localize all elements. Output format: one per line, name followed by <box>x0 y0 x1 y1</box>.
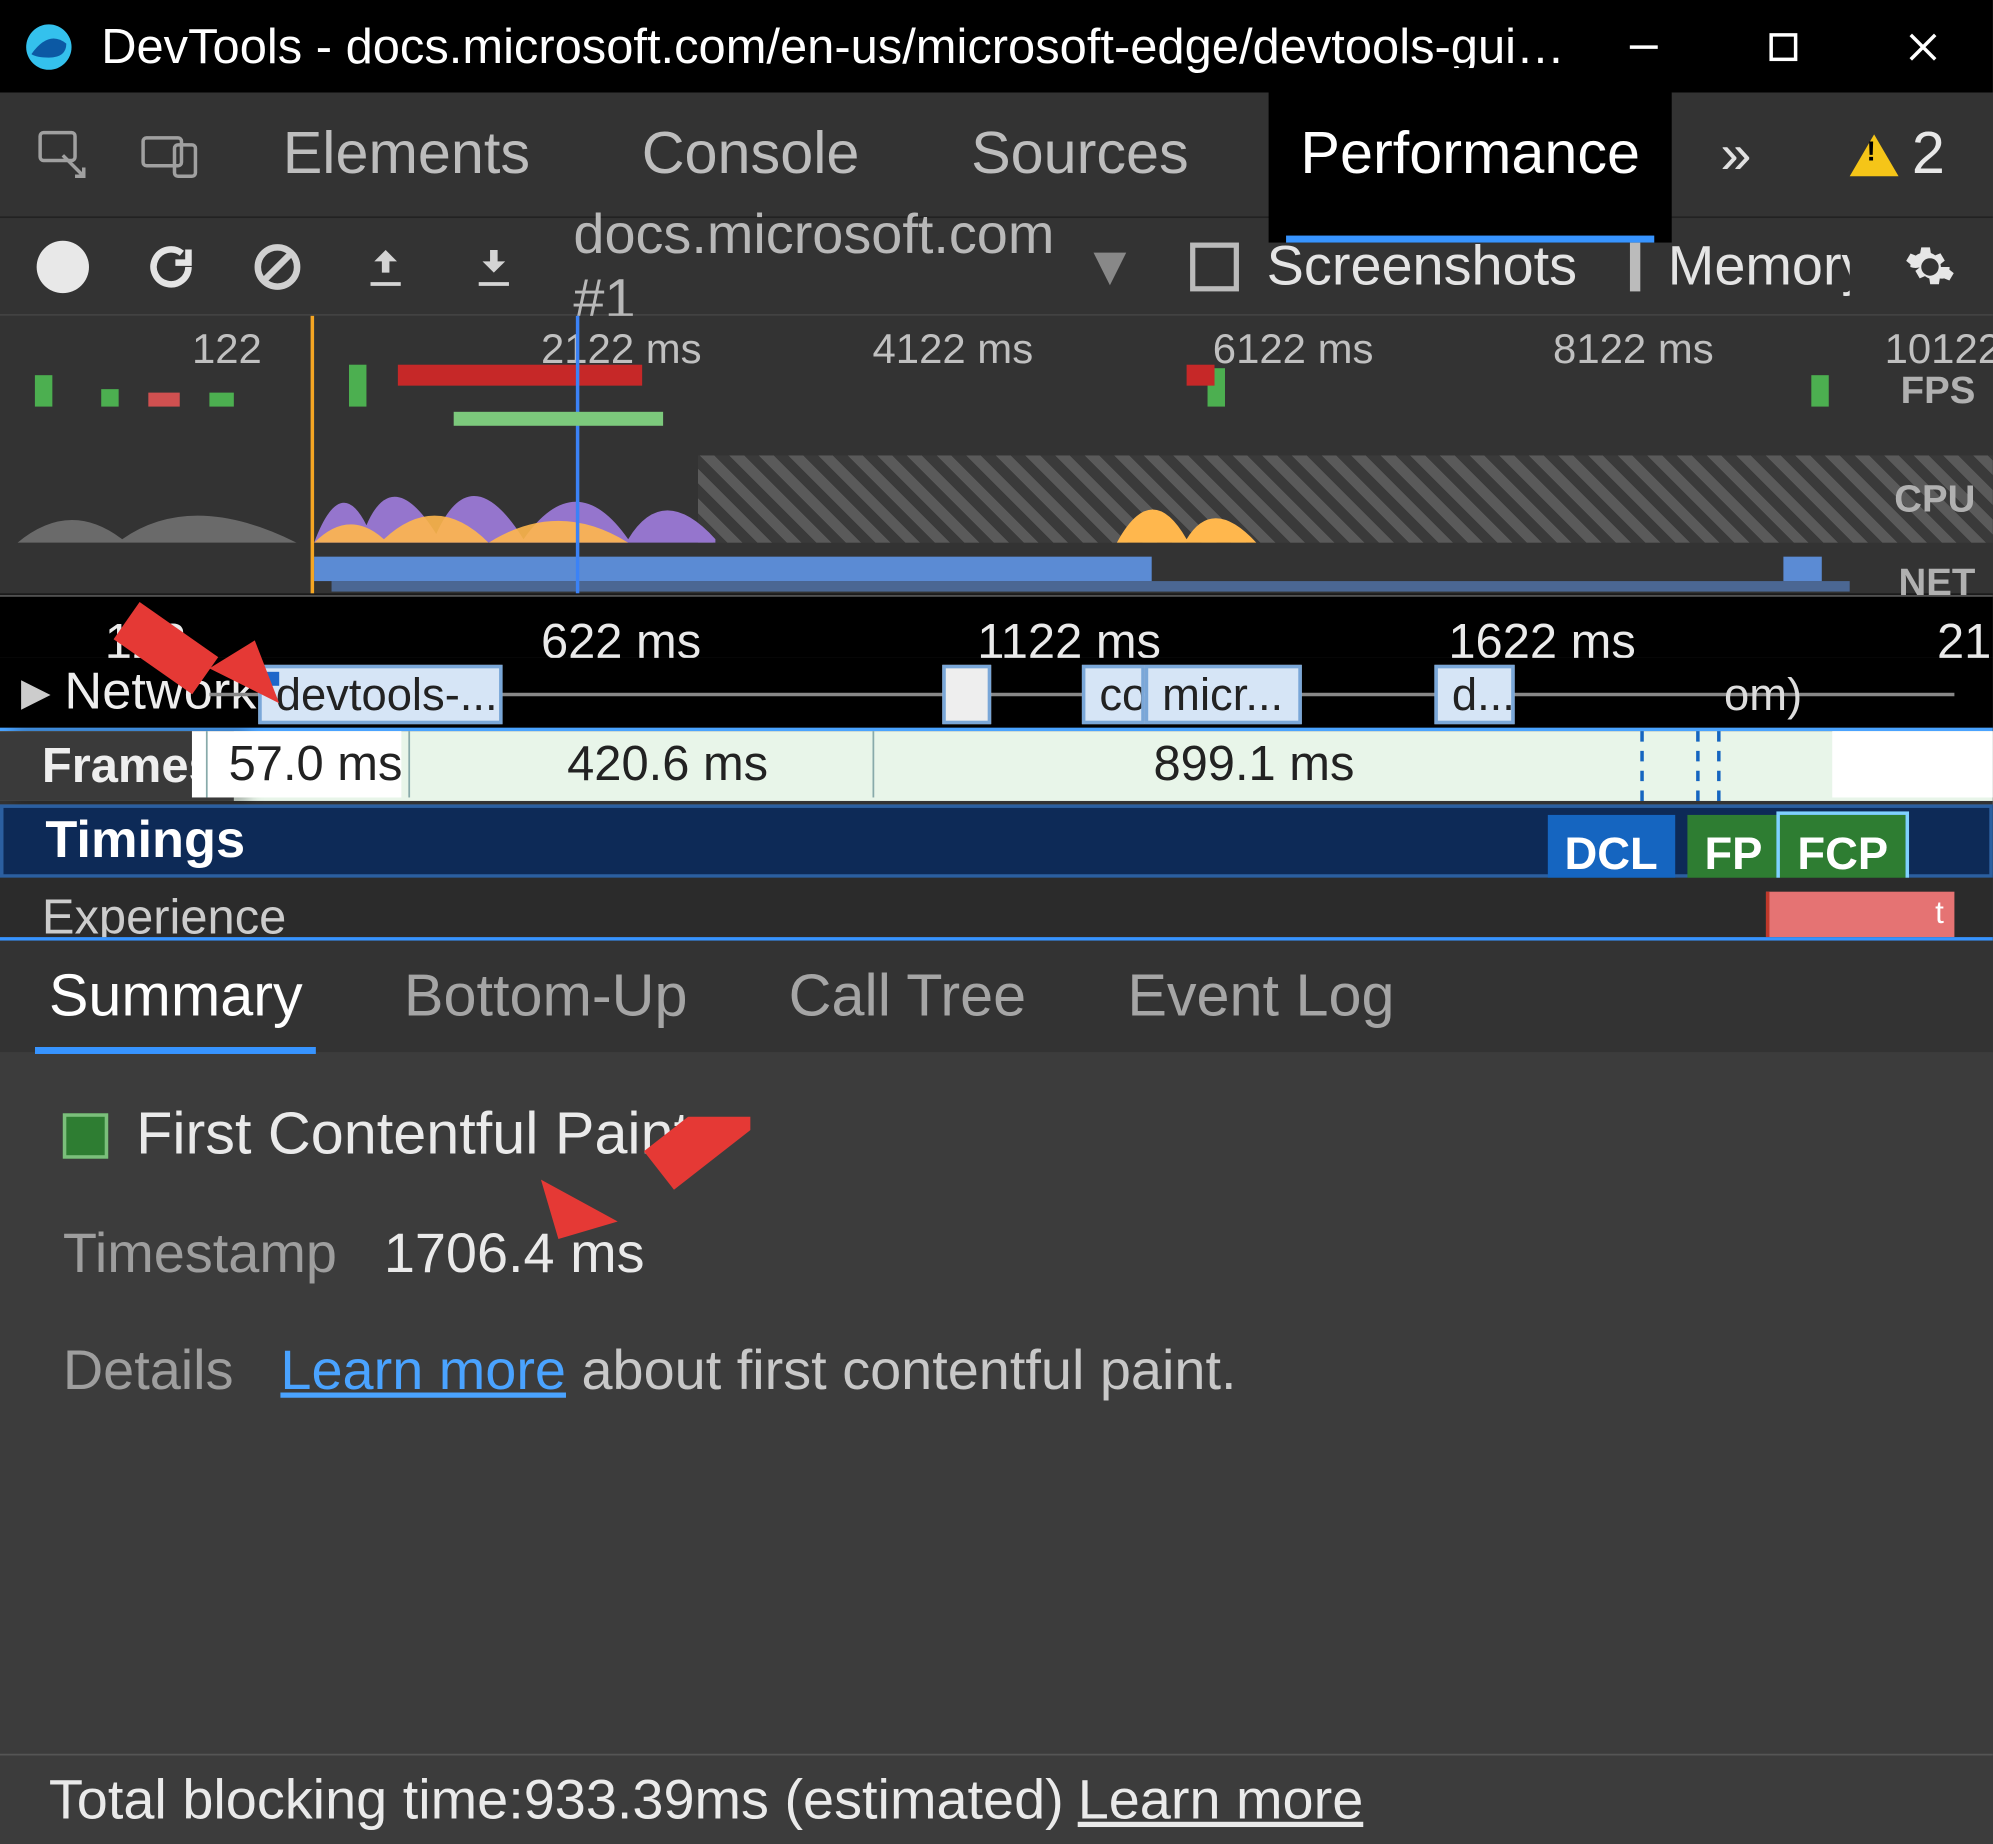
capture-settings-icon[interactable] <box>1903 231 1958 301</box>
more-tabs-icon[interactable]: » <box>1720 109 1751 200</box>
flame-ruler[interactable]: 122 622 ms 1122 ms 1622 ms 21 <box>0 595 1993 658</box>
req-label: micr... <box>1162 667 1283 721</box>
inspect-icon[interactable] <box>35 109 91 200</box>
fps-label: FPS <box>1901 368 1976 413</box>
memory-checkbox[interactable]: Memory <box>1629 234 1850 299</box>
record-button[interactable] <box>35 231 90 301</box>
net-bar <box>1783 557 1821 581</box>
tab-performance[interactable]: Performance <box>1269 67 1671 242</box>
details-tabs: Summary Bottom-Up Call Tree Event Log <box>0 937 1993 1052</box>
footer-bar: Total blocking time: 933.39ms (estimated… <box>0 1754 1993 1844</box>
req-label: d... <box>1452 667 1515 721</box>
frame-segment: 420.6 ms <box>408 731 862 797</box>
fps-red <box>1187 365 1215 386</box>
net-bar <box>314 557 1152 581</box>
net-bar <box>332 581 1850 591</box>
cpu-label: CPU <box>1894 476 1975 521</box>
fps-red <box>398 365 642 386</box>
overview-timeline[interactable]: 122 2122 ms 4122 ms 6122 ms 8122 ms 1012… <box>0 316 1993 595</box>
cpu-area-small <box>17 473 296 543</box>
badge-text: FP <box>1704 826 1762 880</box>
cpu-spike <box>1117 469 1257 542</box>
req-label: devtools-... <box>276 667 498 721</box>
network-request[interactable]: d... <box>1434 665 1514 724</box>
device-toggle-icon[interactable] <box>140 109 203 200</box>
metric-color-swatch <box>63 1112 108 1157</box>
cpu-area <box>314 455 715 542</box>
details-label: Details <box>63 1338 234 1401</box>
details-tail: about first contentful paint. <box>566 1338 1236 1401</box>
network-request[interactable]: micr... <box>1145 665 1302 724</box>
tab-call-tree[interactable]: Call Tree <box>775 918 1040 1075</box>
tab-console[interactable]: Console <box>610 67 891 242</box>
tab-event-log[interactable]: Event Log <box>1113 918 1408 1075</box>
network-track[interactable]: ▶Network devtools-... co micr... d... om… <box>0 658 1993 731</box>
screenshots-checkbox[interactable]: Screenshots <box>1190 234 1577 299</box>
screenshots-label: Screenshots <box>1267 234 1577 299</box>
tbt-label: Total blocking time: <box>49 1768 524 1833</box>
experience-badge[interactable]: t <box>1766 892 1954 937</box>
annotation-arrow <box>541 1117 750 1274</box>
selection-start[interactable] <box>311 316 314 593</box>
badge-text: DCL <box>1565 826 1658 880</box>
network-request[interactable]: co <box>1082 665 1145 724</box>
expand-icon[interactable]: ▶ <box>21 670 51 715</box>
warning-icon <box>1849 133 1898 175</box>
tab-elements[interactable]: Elements <box>251 67 561 242</box>
timings-track[interactable]: Timings DCL FP FCP <box>0 804 1993 877</box>
network-request[interactable]: om) <box>1710 665 1815 724</box>
network-request[interactable]: devtools-... <box>258 665 502 724</box>
timestamp-label: Timestamp <box>63 1222 337 1285</box>
badge-text: FCP <box>1797 826 1888 880</box>
timings-label: Timings <box>45 811 245 870</box>
close-button[interactable] <box>1853 0 1993 92</box>
main-tabstrip: Elements Console Sources Performance » 2… <box>0 92 1993 218</box>
app-icon <box>21 18 77 74</box>
frames-mini <box>454 412 663 426</box>
maximize-button[interactable] <box>1714 0 1854 92</box>
fps-bars <box>0 365 1993 407</box>
dropdown-icon: ▼ <box>1082 234 1137 299</box>
tbt-learn-more-link[interactable]: Learn more <box>1078 1768 1364 1833</box>
exp-text: t <box>1935 895 1944 932</box>
warning-badge[interactable]: 2 <box>1849 120 1945 188</box>
frame-val: 899.1 ms <box>1153 736 1354 792</box>
warning-count: 2 <box>1912 120 1945 188</box>
frame-val: 420.6 ms <box>567 736 768 792</box>
req-label: om) <box>1724 667 1802 721</box>
tab-summary[interactable]: Summary <box>35 918 317 1075</box>
cpu-hatch <box>698 455 1993 542</box>
frame-segment: 899.1 ms <box>873 731 1815 797</box>
tab-bottom-up[interactable]: Bottom-Up <box>390 918 701 1075</box>
annotation-arrow <box>87 567 279 707</box>
frame-segment: 57.0 ms <box>206 731 403 797</box>
memory-label: Memory <box>1668 234 1850 299</box>
tbt-value: 933.39ms (estimated) <box>524 1768 1064 1833</box>
window-title: DevTools - docs.microsoft.com/en-us/micr… <box>101 18 1574 74</box>
tab-sources[interactable]: Sources <box>940 67 1220 242</box>
req-label: co <box>1099 667 1144 721</box>
reload-button[interactable] <box>143 231 198 301</box>
network-request[interactable] <box>942 665 991 724</box>
frames-track[interactable]: Frames 57.0 ms 420.6 ms 899.1 ms <box>0 731 1993 804</box>
learn-more-link[interactable]: Learn more <box>280 1338 566 1401</box>
selection-end[interactable] <box>576 316 579 593</box>
summary-panel: First Contentful Paint Timestamp 1706.4 … <box>0 1052 1993 1715</box>
